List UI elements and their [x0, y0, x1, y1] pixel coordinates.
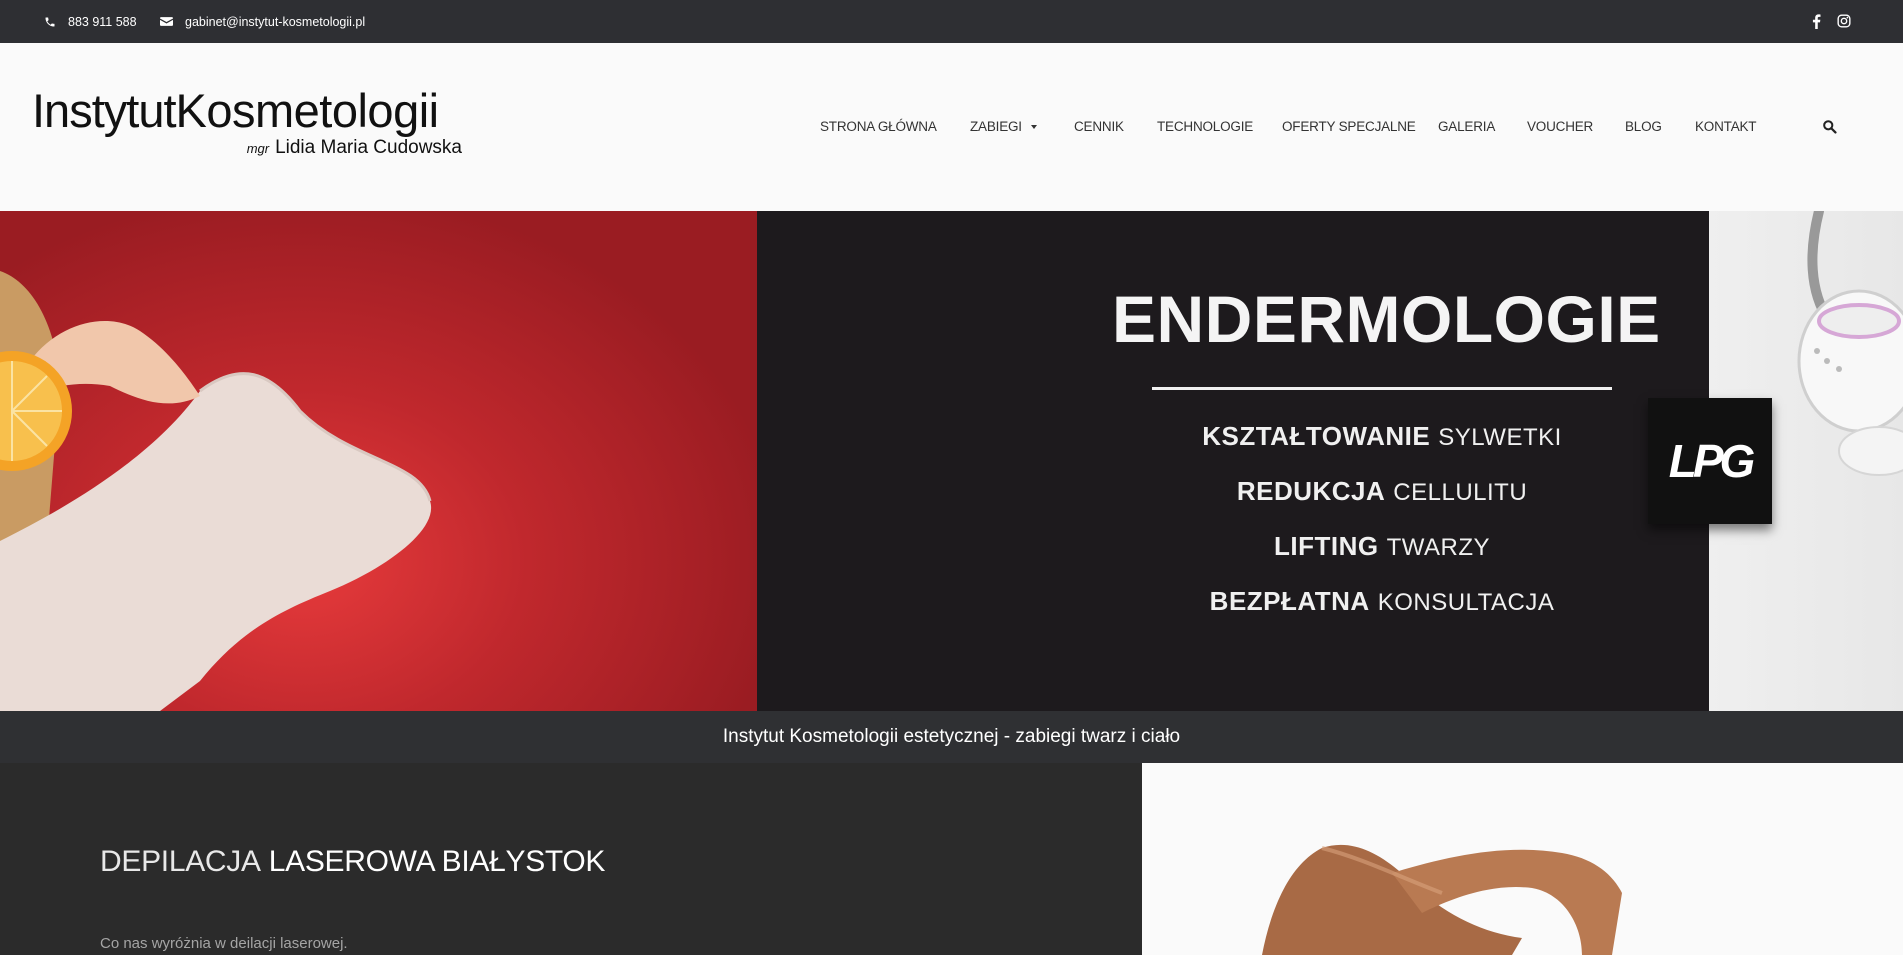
lpg-logo-text: LPG	[1668, 435, 1756, 487]
section-title: DEPILACJA LASEROWA BIAŁYSTOK	[100, 845, 605, 879]
logo-word-kosmetologii: Kosmetologii	[175, 84, 440, 137]
section-title-light: DEPILACJA	[100, 845, 261, 878]
hero-line-2: REDUKCJA CELLULITU	[1152, 476, 1612, 507]
site-logo[interactable]: InstytutKosmetologii mgr Lidia Maria Cudo…	[32, 87, 462, 177]
facebook-link[interactable]	[1806, 11, 1826, 31]
nav-item-galeria[interactable]: GALERIA	[1438, 119, 1495, 134]
nav-item-label: ZABIEGI	[970, 119, 1022, 134]
hero-line-light: CELLULITU	[1393, 479, 1528, 506]
nav-item-zabiegi[interactable]: ZABIEGI	[970, 119, 1037, 134]
hero-banner[interactable]: ENDERMOLOGIE KSZTAŁTOWANIE SYLWETKI REDUK…	[0, 211, 1903, 711]
hero-line-4: BEZPŁATNA KONSULTACJA	[1152, 586, 1612, 617]
phone-icon	[45, 17, 55, 26]
nav-item-blog[interactable]: BLOG	[1625, 119, 1662, 134]
hero-line-light: SYLWETKI	[1438, 424, 1562, 451]
section-intro-text: Co nas wyróżnia w deilacji laserowej.	[100, 935, 348, 952]
nav-item-cennik[interactable]: CENNIK	[1074, 119, 1124, 134]
phone-contact[interactable]: 883 911 588	[44, 0, 137, 43]
hero-title: ENDERMOLOGIE	[1112, 282, 1661, 356]
woman-with-orange-illustration	[0, 271, 432, 711]
hero-photo-woman	[0, 211, 757, 711]
envelope-icon	[160, 17, 173, 26]
nav-item-kontakt[interactable]: KONTAKT	[1695, 119, 1757, 134]
email-address: gabinet@instytut-kosmetologii.pl	[185, 14, 366, 29]
nav-item-oferty-specjalne[interactable]: OFERTY SPECJALNE	[1282, 119, 1416, 134]
laser-section-text-panel: DEPILACJA LASEROWA BIAŁYSTOK Co nas wyró…	[0, 763, 1142, 955]
search-button[interactable]	[1822, 119, 1838, 135]
email-contact[interactable]: gabinet@instytut-kosmetologii.pl	[160, 0, 365, 43]
logo-subtitle: mgr Lidia Maria Cudowska	[247, 137, 462, 159]
nav-item-technologie[interactable]: TECHNOLOGIE	[1157, 119, 1253, 134]
laser-section-photo	[1142, 763, 1903, 955]
instagram-icon	[1837, 14, 1851, 28]
tagline-text: Instytut Kosmetologii estetycznej - zabi…	[722, 726, 1181, 747]
hero-line-bold: KSZTAŁTOWANIE	[1202, 421, 1431, 451]
tagline-band: Instytut Kosmetologii estetycznej - zabi…	[0, 711, 1903, 763]
logo-owner-name: Lidia Maria Cudowska	[275, 137, 462, 158]
logo-word-instytut: Instytut	[32, 84, 177, 137]
logo-prefix: mgr	[246, 141, 270, 156]
site-header: InstytutKosmetologii mgr Lidia Maria Cudo…	[0, 43, 1903, 211]
facebook-icon	[1812, 13, 1820, 29]
hero-line-bold: REDUKCJA	[1236, 476, 1386, 506]
caret-down-icon	[1030, 125, 1037, 130]
hero-line-1: KSZTAŁTOWANIE SYLWETKI	[1152, 421, 1612, 452]
top-bar: 883 911 588 gabinet@instytut-kosmetologi…	[0, 0, 1903, 43]
section-title-bold: LASEROWA BIAŁYSTOK	[268, 845, 606, 878]
hero-line-light: KONSULTACJA	[1377, 589, 1555, 616]
hero-line-3: LIFTING TWARZY	[1152, 531, 1612, 562]
hero-line-light: TWARZY	[1386, 534, 1491, 561]
legs-photo-illustration	[1262, 844, 1622, 955]
nav-item-strona-glowna[interactable]: STRONA GŁÓWNA	[820, 119, 937, 134]
nav-item-voucher[interactable]: VOUCHER	[1527, 119, 1593, 134]
hero-divider	[1152, 387, 1612, 390]
lpg-badge: LPG	[1648, 398, 1772, 524]
logo-wordmark: InstytutKosmetologii	[32, 87, 439, 134]
hero-line-bold: LIFTING	[1273, 531, 1379, 561]
phone-number: 883 911 588	[68, 14, 137, 29]
hero-line-bold: BEZPŁATNA	[1209, 586, 1370, 616]
search-icon	[1823, 120, 1837, 134]
instagram-link[interactable]	[1834, 11, 1854, 31]
